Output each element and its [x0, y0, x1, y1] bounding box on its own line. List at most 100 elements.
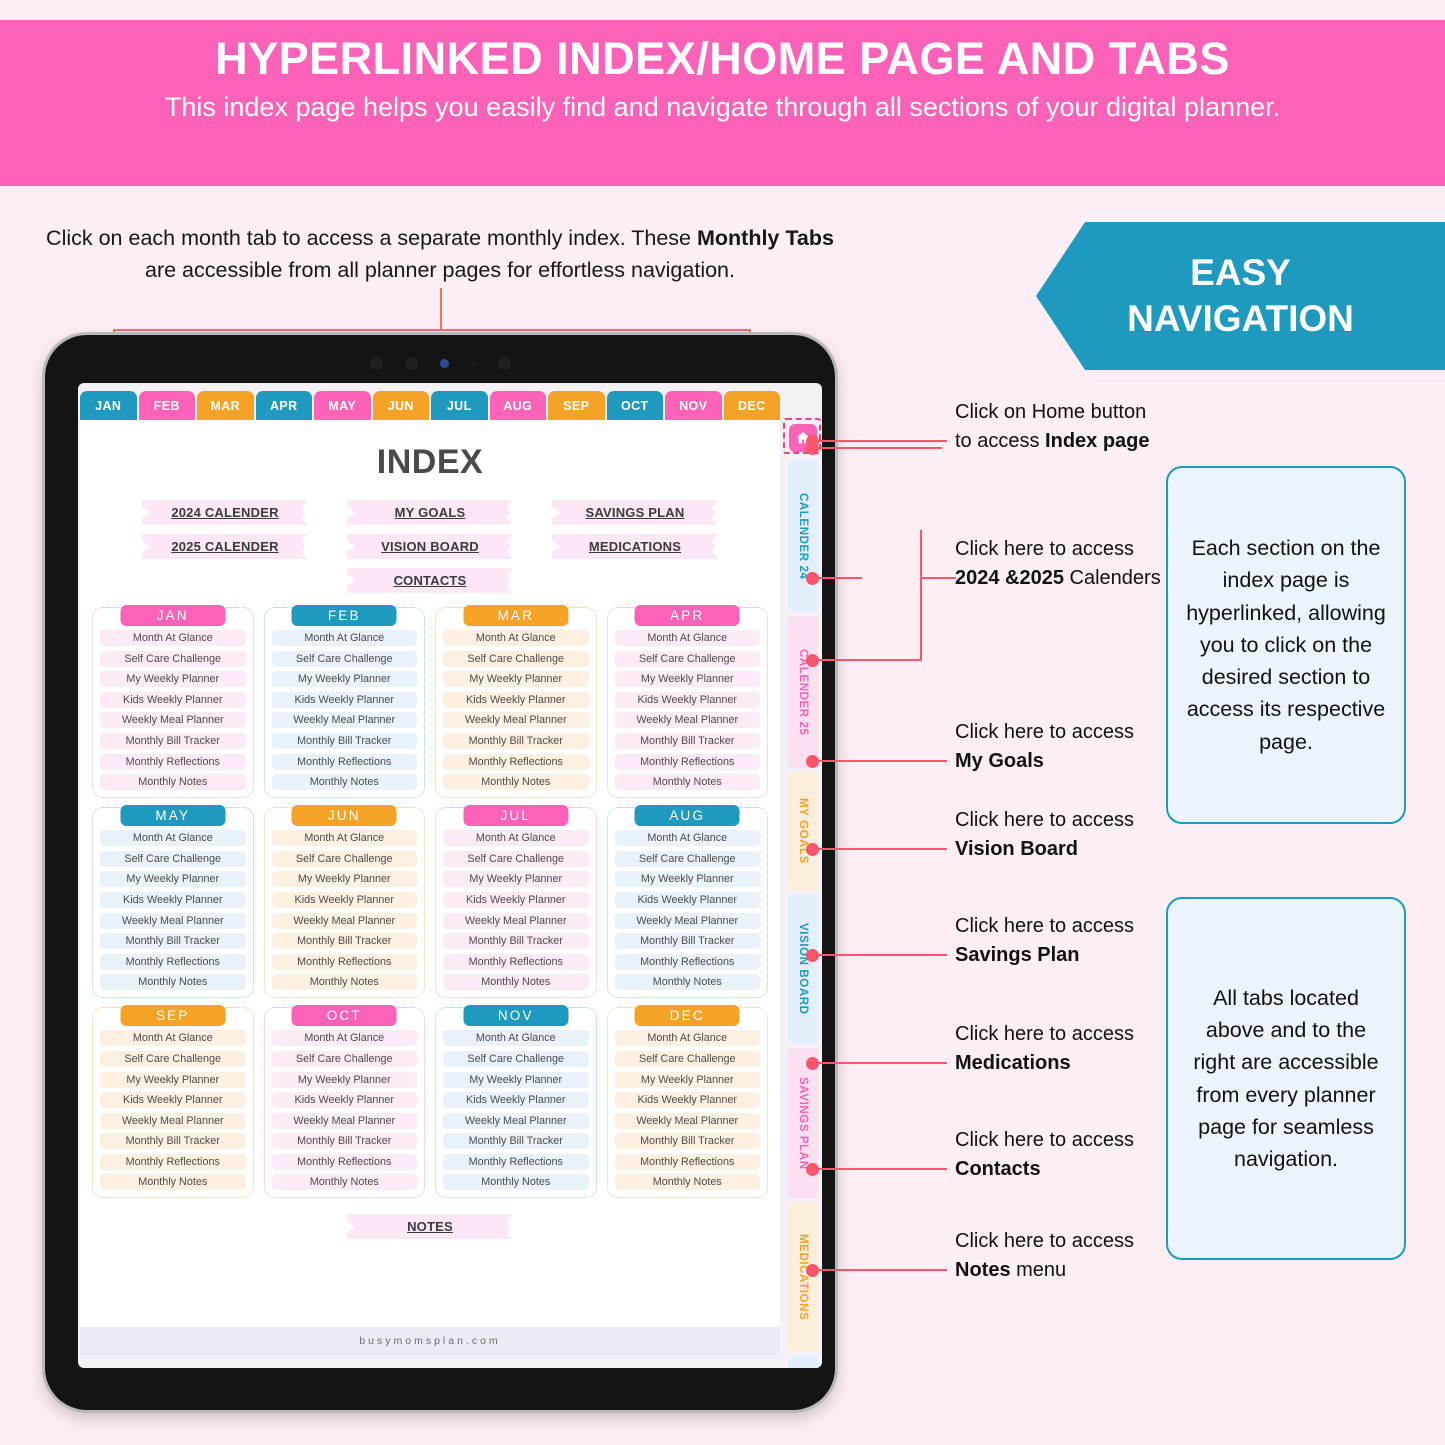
month-card-item[interactable]: Month At Glance: [100, 1030, 246, 1047]
month-card-item[interactable]: Self Care Challenge: [443, 650, 589, 667]
month-card-item[interactable]: Monthly Bill Tracker: [271, 1133, 417, 1150]
month-card-item[interactable]: Self Care Challenge: [443, 850, 589, 867]
index-links[interactable]: 2024 CALENDER MY GOALS SAVINGS PLAN 2025 CA…: [80, 500, 780, 593]
month-card-apr[interactable]: APR Month At Glance Self Care Challenge My …: [606, 605, 768, 799]
month-tab-nov[interactable]: NOV: [665, 391, 722, 420]
month-card-item[interactable]: Monthly Notes: [100, 1174, 246, 1191]
month-card-item[interactable]: Weekly Meal Planner: [443, 912, 589, 929]
month-card-item[interactable]: Monthly Bill Tracker: [443, 1133, 589, 1150]
month-card-item[interactable]: My Weekly Planner: [271, 871, 417, 888]
month-card-item[interactable]: Monthly Reflections: [614, 1153, 760, 1170]
month-card-item[interactable]: Monthly Notes: [271, 774, 417, 791]
month-card-item[interactable]: Self Care Challenge: [271, 1050, 417, 1067]
month-card-item[interactable]: Month At Glance: [614, 630, 760, 646]
month-card-aug[interactable]: AUG Month At Glance Self Care Challenge My …: [606, 805, 768, 999]
side-tab-my-goals[interactable]: MY GOALS: [788, 772, 818, 890]
month-card-item[interactable]: Monthly Reflections: [614, 953, 760, 970]
month-card-item[interactable]: Self Care Challenge: [100, 1050, 246, 1067]
month-card-item[interactable]: Month At Glance: [443, 830, 589, 847]
month-card-item[interactable]: My Weekly Planner: [100, 671, 246, 688]
month-card-item[interactable]: My Weekly Planner: [443, 1071, 589, 1088]
month-card-item[interactable]: Kids Weekly Planner: [271, 891, 417, 908]
month-card-item[interactable]: Weekly Meal Planner: [100, 1112, 246, 1129]
month-card-item[interactable]: Kids Weekly Planner: [614, 891, 760, 908]
month-tab-dec[interactable]: DEC: [723, 391, 780, 420]
month-tab-feb[interactable]: FEB: [138, 391, 195, 420]
month-card-item[interactable]: Monthly Reflections: [271, 1153, 417, 1170]
month-card-item[interactable]: Self Care Challenge: [614, 650, 760, 667]
month-card-item[interactable]: Monthly Reflections: [443, 1153, 589, 1170]
month-card-feb[interactable]: FEB Month At Glance Self Care Challenge My …: [263, 605, 425, 799]
month-card-item[interactable]: Kids Weekly Planner: [443, 1092, 589, 1109]
month-card-item[interactable]: Weekly Meal Planner: [100, 912, 246, 929]
month-card-item[interactable]: Monthly Notes: [443, 774, 589, 791]
month-card-item[interactable]: Month At Glance: [100, 630, 246, 646]
month-tab-jan[interactable]: JAN: [80, 391, 137, 420]
month-card-item[interactable]: Kids Weekly Planner: [443, 891, 589, 908]
month-card-item[interactable]: Self Care Challenge: [100, 650, 246, 667]
month-card-item[interactable]: Monthly Notes: [271, 1174, 417, 1191]
index-link-contacts[interactable]: CONTACTS: [347, 568, 513, 593]
month-card-item[interactable]: Self Care Challenge: [100, 850, 246, 867]
month-card-item[interactable]: Monthly Bill Tracker: [271, 933, 417, 950]
month-card-item[interactable]: Kids Weekly Planner: [614, 1092, 760, 1109]
month-card-item[interactable]: Monthly Reflections: [443, 953, 589, 970]
month-card-item[interactable]: Self Care Challenge: [614, 1050, 760, 1067]
month-card-item[interactable]: Monthly Notes: [100, 774, 246, 791]
month-card-item[interactable]: Self Care Challenge: [271, 650, 417, 667]
month-card-dec[interactable]: DEC Month At Glance Self Care Challenge My …: [606, 1005, 768, 1199]
month-card-sep[interactable]: SEP Month At Glance Self Care Challenge My …: [92, 1005, 254, 1199]
month-card-item[interactable]: Monthly Bill Tracker: [100, 1133, 246, 1150]
month-card-item[interactable]: Self Care Challenge: [614, 850, 760, 867]
month-tab-mar[interactable]: MAR: [197, 391, 254, 420]
month-tab-may[interactable]: MAY: [314, 391, 371, 420]
month-card-item[interactable]: Monthly Notes: [271, 974, 417, 991]
month-card-item[interactable]: Weekly Meal Planner: [614, 712, 760, 729]
month-card-item[interactable]: Monthly Notes: [614, 1174, 760, 1191]
month-card-item[interactable]: Monthly Reflections: [443, 753, 589, 770]
month-card-item[interactable]: My Weekly Planner: [271, 1071, 417, 1088]
index-link-2025-calender[interactable]: 2025 CALENDER: [142, 534, 308, 559]
month-card-item[interactable]: Month At Glance: [271, 630, 417, 646]
month-card-item[interactable]: My Weekly Planner: [443, 871, 589, 888]
index-link-notes[interactable]: NOTES: [347, 1214, 513, 1240]
month-card-item[interactable]: My Weekly Planner: [614, 1071, 760, 1088]
index-link-my-goals[interactable]: MY GOALS: [347, 500, 513, 525]
month-card-item[interactable]: Weekly Meal Planner: [271, 712, 417, 729]
month-card-jun[interactable]: JUN Month At Glance Self Care Challenge My …: [263, 805, 425, 999]
month-card-item[interactable]: Monthly Reflections: [100, 753, 246, 770]
month-tab-jun[interactable]: JUN: [372, 391, 429, 420]
month-card-item[interactable]: Weekly Meal Planner: [271, 912, 417, 929]
index-link-2024-calender[interactable]: 2024 CALENDER: [142, 500, 308, 525]
month-card-item[interactable]: Kids Weekly Planner: [100, 891, 246, 908]
month-card-item[interactable]: Month At Glance: [271, 830, 417, 847]
month-card-item[interactable]: Self Care Challenge: [443, 1050, 589, 1067]
index-link-medications[interactable]: MEDICATIONS: [552, 534, 718, 559]
month-card-item[interactable]: My Weekly Planner: [614, 671, 760, 688]
month-card-item[interactable]: My Weekly Planner: [271, 671, 417, 688]
month-tab-oct[interactable]: OCT: [606, 391, 663, 420]
month-card-item[interactable]: Kids Weekly Planner: [271, 691, 417, 708]
side-tab-vision-board[interactable]: VISION BOARD: [788, 894, 818, 1044]
month-card-item[interactable]: Kids Weekly Planner: [271, 1092, 417, 1109]
month-card-item[interactable]: Monthly Bill Tracker: [614, 1133, 760, 1150]
month-card-item[interactable]: Month At Glance: [443, 630, 589, 646]
month-card-item[interactable]: Weekly Meal Planner: [614, 1112, 760, 1129]
month-card-jan[interactable]: JAN Month At Glance Self Care Challenge My …: [92, 605, 254, 799]
month-card-item[interactable]: Monthly Bill Tracker: [614, 933, 760, 950]
month-card-item[interactable]: Month At Glance: [271, 1030, 417, 1047]
month-card-item[interactable]: Monthly Notes: [614, 974, 760, 991]
side-tab-calender-24[interactable]: CALENDER 24: [788, 460, 818, 612]
month-card-item[interactable]: Weekly Meal Planner: [443, 712, 589, 729]
month-card-item[interactable]: Kids Weekly Planner: [100, 1092, 246, 1109]
month-card-item[interactable]: Monthly Bill Tracker: [443, 732, 589, 749]
month-card-item[interactable]: Monthly Reflections: [100, 953, 246, 970]
month-card-grid[interactable]: JAN Month At Glance Self Care Challenge My …: [80, 605, 780, 1199]
index-link-vision-board[interactable]: VISION BOARD: [347, 534, 513, 559]
month-tab-sep[interactable]: SEP: [548, 391, 605, 420]
month-card-jul[interactable]: JUL Month At Glance Self Care Challenge My …: [435, 805, 597, 999]
month-card-nov[interactable]: NOV Month At Glance Self Care Challenge My …: [435, 1005, 597, 1199]
month-card-item[interactable]: My Weekly Planner: [100, 871, 246, 888]
month-card-item[interactable]: Month At Glance: [443, 1030, 589, 1047]
month-card-item[interactable]: Self Care Challenge: [271, 850, 417, 867]
